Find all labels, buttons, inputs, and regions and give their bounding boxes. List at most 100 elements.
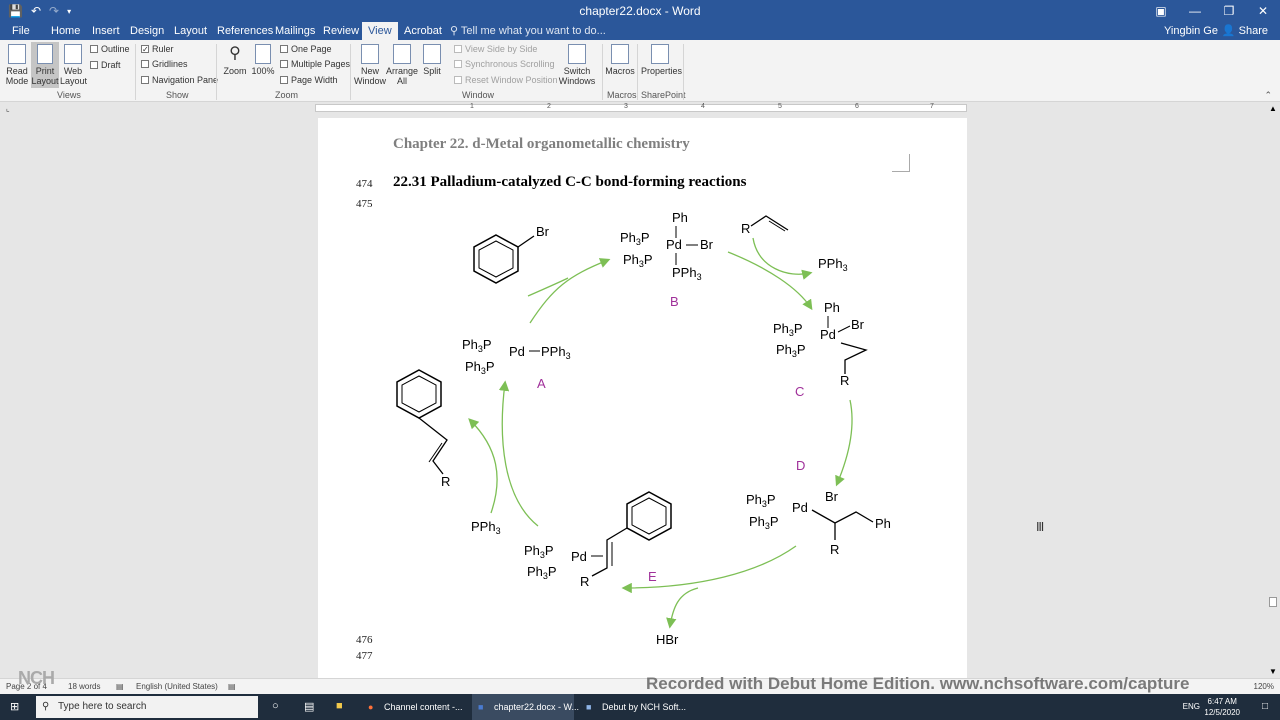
tab-mailings[interactable]: Mailings bbox=[269, 22, 321, 40]
gridlines-checkbox[interactable]: Gridlines bbox=[141, 59, 188, 69]
styrene-product-structure: R bbox=[396, 369, 450, 489]
arrange-all-button[interactable]: Arrange All bbox=[386, 44, 418, 86]
outline-button[interactable]: Outline bbox=[90, 44, 130, 54]
tab-layout[interactable]: Layout bbox=[168, 22, 213, 40]
taskbar-search[interactable]: ⚲ Type here to search bbox=[36, 696, 258, 718]
taskbar-app-word[interactable]: ■ chapter22.docx - W... bbox=[472, 694, 579, 720]
web-layout-button[interactable]: Web Layout bbox=[60, 44, 87, 86]
customize-icon[interactable]: ▾ bbox=[67, 7, 71, 16]
document-page[interactable]: Chapter 22. d-Metal organometallic chemi… bbox=[318, 118, 967, 678]
zoom-button[interactable]: ⚲ Zoom bbox=[222, 44, 248, 76]
zoom-label: Zoom bbox=[223, 66, 247, 76]
scroll-thumb[interactable] bbox=[1269, 597, 1277, 607]
tab-file[interactable]: File bbox=[6, 22, 36, 40]
zoom-100-icon bbox=[255, 44, 271, 64]
tab-selector-icon[interactable]: ⌞ bbox=[6, 104, 10, 113]
ruler-number: 5 bbox=[778, 103, 782, 110]
bromobenzene-structure: Br bbox=[473, 224, 550, 284]
read-mode-button[interactable]: Read Mode bbox=[4, 44, 30, 86]
task-view-icon[interactable]: ▤ bbox=[304, 700, 314, 713]
tab-insert[interactable]: Insert bbox=[86, 22, 126, 40]
horizontal-ruler[interactable]: 1 2 3 4 5 6 7 bbox=[315, 103, 967, 112]
print-layout-button[interactable]: Print Layout bbox=[31, 42, 59, 88]
taskbar-app-label: Debut by NCH Soft... bbox=[602, 702, 687, 712]
macro-record-icon[interactable]: ▤ bbox=[228, 682, 236, 691]
scroll-up-icon[interactable]: ▲ bbox=[1269, 104, 1277, 113]
close-icon[interactable]: ✕ bbox=[1246, 0, 1280, 22]
tab-home[interactable]: Home bbox=[45, 22, 86, 40]
arrange-all-icon bbox=[393, 44, 411, 64]
user-name[interactable]: Yingbin Ge bbox=[1164, 22, 1218, 40]
file-explorer-icon[interactable]: ■ bbox=[336, 700, 343, 712]
proofing-icon[interactable]: ▤ bbox=[116, 682, 124, 691]
ruler-checkbox[interactable]: ✓ Ruler bbox=[141, 44, 174, 54]
system-clock[interactable]: 6:47 AM 12/5/2020 bbox=[1204, 696, 1240, 718]
share-button[interactable]: 👤 Share bbox=[1222, 22, 1268, 40]
tab-acrobat[interactable]: Acrobat bbox=[398, 22, 448, 40]
ph3p-label: Ph3P bbox=[776, 342, 806, 359]
tab-design[interactable]: Design bbox=[124, 22, 170, 40]
arrow-b-to-c bbox=[727, 251, 813, 311]
ph3p-label: Ph3P bbox=[527, 564, 557, 581]
undo-icon[interactable]: ↶ bbox=[31, 4, 41, 18]
sharepoint-group-label: SharePoint bbox=[641, 90, 686, 100]
taskbar-app-browser[interactable]: ● Channel content -... bbox=[362, 694, 464, 720]
pd-label: Pd bbox=[792, 500, 808, 515]
restore-icon[interactable]: ❐ bbox=[1212, 0, 1246, 22]
outline-icon bbox=[90, 45, 98, 53]
notifications-icon[interactable]: □ bbox=[1262, 701, 1268, 712]
reset-window-position-button[interactable]: Reset Window Position bbox=[454, 75, 558, 85]
sync-scrolling-label: Synchronous Scrolling bbox=[465, 59, 555, 69]
gridlines-label: Gridlines bbox=[152, 59, 188, 69]
taskbar-app-debut[interactable]: ■ Debut by NCH Soft... bbox=[580, 694, 686, 720]
zoom-100-button[interactable]: 100% bbox=[251, 44, 275, 76]
vertical-scrollbar[interactable]: ▲ ▼ bbox=[1266, 104, 1280, 676]
page-width-label: Page Width bbox=[291, 75, 338, 85]
zoom-level[interactable]: 120% bbox=[1254, 682, 1274, 691]
separator bbox=[602, 44, 603, 100]
word-count[interactable]: 18 words bbox=[68, 682, 100, 691]
save-icon[interactable]: 💾 bbox=[8, 4, 23, 18]
windows-start-icon[interactable]: ⊞ bbox=[10, 700, 19, 713]
split-button[interactable]: Split bbox=[419, 44, 445, 76]
reset-position-icon bbox=[454, 76, 462, 84]
separator bbox=[683, 44, 684, 100]
ruler-number: 1 bbox=[470, 103, 474, 110]
checkbox-box bbox=[141, 60, 149, 68]
print-layout-icon bbox=[37, 44, 53, 64]
ph-label: Ph bbox=[672, 210, 688, 225]
language-status[interactable]: English (United States) bbox=[136, 682, 218, 691]
ruler-number: 2 bbox=[547, 103, 551, 110]
tab-view[interactable]: View bbox=[362, 22, 398, 40]
sync-scrolling-button[interactable]: Synchronous Scrolling bbox=[454, 59, 555, 69]
navigation-pane-checkbox[interactable]: Navigation Pane bbox=[141, 75, 218, 85]
multiple-pages-button[interactable]: Multiple Pages bbox=[280, 59, 350, 69]
scroll-down-icon[interactable]: ▼ bbox=[1269, 667, 1277, 676]
arrow-hbr-out bbox=[666, 587, 699, 629]
taskbar-app-label: Channel content -... bbox=[384, 702, 463, 712]
collapse-ribbon-icon[interactable]: ⌃ bbox=[1264, 90, 1272, 101]
minimize-icon[interactable]: — bbox=[1178, 0, 1212, 22]
ph3p-label: Ph3P bbox=[749, 514, 779, 531]
redo-icon[interactable]: ↷ bbox=[49, 4, 59, 18]
tell-me-search[interactable]: ⚲ Tell me what you want to do... bbox=[450, 22, 606, 40]
window-group-label: Window bbox=[462, 90, 495, 100]
macros-button[interactable]: Macros bbox=[605, 44, 635, 76]
page-width-button[interactable]: Page Width bbox=[280, 75, 338, 85]
window-controls: ▣ — ❐ ✕ bbox=[1144, 0, 1280, 22]
cortana-icon[interactable]: ○ bbox=[272, 700, 279, 712]
new-window-button[interactable]: New Window bbox=[354, 44, 386, 86]
ph3p-label: Ph3P bbox=[773, 321, 803, 338]
tab-review[interactable]: Review bbox=[317, 22, 365, 40]
ribbon-display-icon[interactable]: ▣ bbox=[1144, 0, 1178, 22]
arrange-all-label: Arrange All bbox=[386, 66, 419, 86]
switch-windows-button[interactable]: Switch Windows bbox=[557, 44, 597, 86]
one-page-button[interactable]: One Page bbox=[280, 44, 332, 54]
document-title: chapter22.docx - Word bbox=[579, 4, 701, 18]
ph3p-label: Ph3P bbox=[623, 252, 653, 269]
draft-button[interactable]: Draft bbox=[90, 60, 121, 70]
pph3-label: PPh3 bbox=[471, 519, 501, 536]
properties-button[interactable]: Properties bbox=[641, 44, 682, 76]
language-indicator[interactable]: ENG bbox=[1183, 702, 1200, 711]
view-side-by-side-button[interactable]: View Side by Side bbox=[454, 44, 537, 54]
